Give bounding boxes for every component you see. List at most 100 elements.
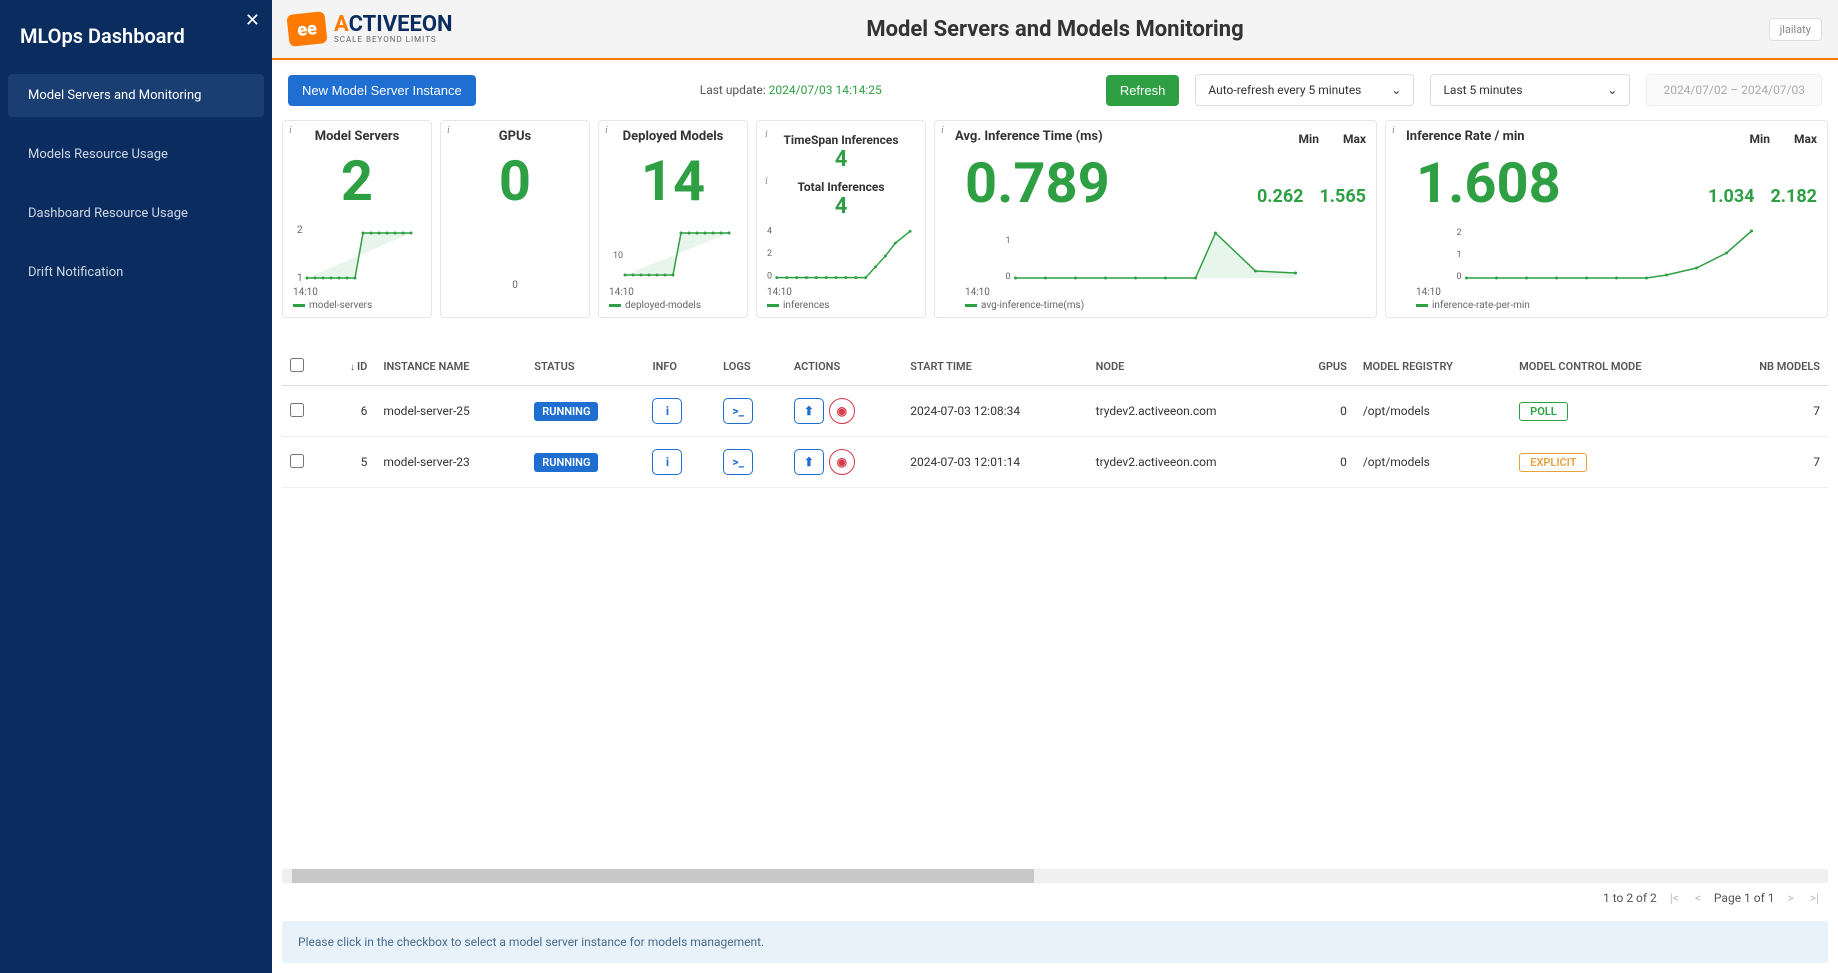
autorefresh-select[interactable]: Auto-refresh every 5 minutes ⌄: [1195, 74, 1414, 106]
card-value: 2: [293, 148, 421, 215]
stop-action-icon[interactable]: ◉: [829, 398, 855, 424]
total-value: 4: [767, 194, 915, 219]
cell-gpus: 0: [1289, 386, 1355, 437]
info-icon[interactable]: i: [1392, 125, 1395, 136]
horizontal-scrollbar[interactable]: [282, 869, 1828, 883]
th-model-control-mode[interactable]: MODEL CONTROL MODE: [1511, 348, 1715, 386]
th-label: NB MODELS: [1759, 360, 1820, 373]
logs-action-icon[interactable]: >_: [723, 449, 753, 475]
pager-prev-icon[interactable]: <: [1692, 891, 1704, 905]
info-icon[interactable]: i: [605, 125, 608, 136]
row-checkbox[interactable]: [290, 454, 304, 468]
pager-next-icon[interactable]: >: [1785, 891, 1797, 905]
th-actions[interactable]: ACTIONS: [786, 348, 902, 386]
mode-badge: EXPLICIT: [1519, 453, 1587, 472]
th-info[interactable]: INFO: [644, 348, 715, 386]
sidebar-item-label: Dashboard Resource Usage: [28, 206, 188, 221]
spark-legend: inference-rate-per-min: [1396, 300, 1817, 311]
close-icon[interactable]: ✕: [245, 10, 260, 31]
svg-text:2: 2: [767, 249, 772, 259]
spark-legend: avg-inference-time(ms): [945, 300, 1366, 311]
max-label: Max: [1343, 132, 1366, 146]
info-icon[interactable]: i: [765, 129, 768, 140]
max-value: 2.182: [1770, 186, 1817, 207]
info-icon[interactable]: i: [941, 125, 944, 136]
cell-registry: /opt/models: [1355, 437, 1511, 488]
status-badge: RUNNING: [534, 402, 598, 421]
card-value: 1.608: [1396, 150, 1561, 217]
user-menu[interactable]: jlailaty: [1769, 18, 1822, 41]
toolbar: New Model Server Instance Last update: 2…: [272, 60, 1838, 120]
table-header-row: ↓ID INSTANCE NAME STATUS INFO LOGS ACTIO…: [282, 348, 1828, 386]
sidebar-item-dashboard-resource-usage[interactable]: Dashboard Resource Usage: [8, 192, 264, 235]
pager-first-icon[interactable]: |<: [1667, 891, 1682, 905]
spark-legend: inferences: [767, 300, 915, 311]
svg-text:2: 2: [1457, 228, 1462, 238]
svg-text:1: 1: [1006, 236, 1011, 246]
upload-action-icon[interactable]: ⬆: [794, 449, 824, 475]
sparkline-model-servers: 2 1: [293, 223, 421, 283]
info-action-icon[interactable]: i: [652, 449, 682, 475]
page-title: Model Servers and Models Monitoring: [866, 17, 1243, 42]
logs-action-icon[interactable]: >_: [723, 398, 753, 424]
upload-action-icon[interactable]: ⬆: [794, 398, 824, 424]
stop-action-icon[interactable]: ◉: [829, 449, 855, 475]
pager-last-icon[interactable]: >|: [1807, 891, 1822, 905]
sidebar-item-modelservers[interactable]: Model Servers and Monitoring: [8, 74, 264, 117]
info-action-icon[interactable]: i: [652, 398, 682, 424]
card-title: Inference Rate / min: [1406, 129, 1525, 144]
min-value: 0.262: [1257, 186, 1304, 207]
max-value: 1.565: [1319, 186, 1366, 207]
info-banner: Please click in the checkbox to select a…: [282, 921, 1828, 963]
svg-text:1: 1: [297, 273, 303, 283]
brand-logo-glyph: ee: [296, 18, 318, 41]
card-deployed-models: i Deployed Models 14 10 14:10 deployed-m…: [598, 120, 748, 318]
card-avg-inference-time: i Avg. Inference Time (ms) Min Max 0.789…: [934, 120, 1377, 318]
spark-legend: model-servers: [293, 300, 421, 311]
select-all-checkbox[interactable]: [290, 358, 304, 372]
select-value: Last 5 minutes: [1443, 83, 1522, 97]
th-nb-models[interactable]: NB MODELS: [1715, 348, 1828, 386]
th-id[interactable]: ↓ID: [326, 348, 375, 386]
sparkline-inferences: 4 2 0: [767, 223, 915, 283]
main: ee ACTIVEEON SCALE BEYOND LIMITS Model S…: [272, 0, 1838, 973]
row-checkbox[interactable]: [290, 403, 304, 417]
legend-label: deployed-models: [625, 300, 701, 311]
th-model-registry[interactable]: MODEL REGISTRY: [1355, 348, 1511, 386]
metric-cards: i Model Servers 2 2 1 14:10 model-server…: [272, 120, 1838, 318]
info-icon[interactable]: i: [447, 125, 450, 136]
th-gpus[interactable]: GPUS: [1289, 348, 1355, 386]
table-row: 6 model-server-25 RUNNING i >_ ⬆ ◉ 2024-…: [282, 386, 1828, 437]
sidebar-item-drift-notification[interactable]: Drift Notification: [8, 251, 264, 294]
th-label: ACTIONS: [794, 360, 840, 373]
th-label: INSTANCE NAME: [383, 360, 469, 373]
card-title: Model Servers: [293, 129, 421, 144]
th-logs[interactable]: LOGS: [715, 348, 786, 386]
cell-gpus: 0: [1289, 437, 1355, 488]
spark-x-label: 14:10: [945, 287, 1366, 298]
max-label: Max: [1794, 132, 1817, 146]
card-value: 14: [609, 148, 737, 215]
cell-nb-models: 7: [1715, 437, 1828, 488]
pager-range: 1 to 2 of 2: [1603, 891, 1657, 905]
table-row: 5 model-server-23 RUNNING i >_ ⬆ ◉ 2024-…: [282, 437, 1828, 488]
sidebar-item-label: Drift Notification: [28, 265, 123, 280]
th-instance-name[interactable]: INSTANCE NAME: [375, 348, 526, 386]
timespan-label: TimeSpan Inferences: [767, 133, 915, 147]
info-icon[interactable]: i: [289, 125, 292, 136]
last-update: Last update: 2024/07/03 14:14:25: [700, 83, 882, 97]
th-status[interactable]: STATUS: [526, 348, 644, 386]
th-start-time[interactable]: START TIME: [902, 348, 1087, 386]
cell-nb-models: 7: [1715, 386, 1828, 437]
refresh-button[interactable]: Refresh: [1106, 75, 1180, 106]
sidebar: ✕ MLOps Dashboard Model Servers and Moni…: [0, 0, 272, 973]
min-value: 1.034: [1708, 186, 1755, 207]
sidebar-item-models-resource-usage[interactable]: Models Resource Usage: [8, 133, 264, 176]
new-model-server-button[interactable]: New Model Server Instance: [288, 75, 476, 106]
th-label: GPUS: [1318, 360, 1347, 373]
time-window-select[interactable]: Last 5 minutes ⌄: [1430, 74, 1630, 106]
th-node[interactable]: NODE: [1088, 348, 1290, 386]
info-icon[interactable]: i: [765, 176, 768, 187]
min-label: Min: [1299, 132, 1319, 146]
cell-node: trydev2.activeeon.com: [1088, 386, 1290, 437]
